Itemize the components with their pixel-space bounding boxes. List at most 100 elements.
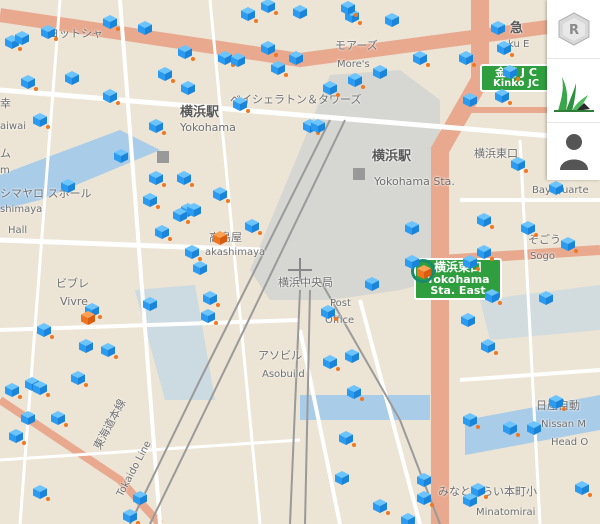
poi-marker[interactable]	[476, 244, 494, 261]
poi-marker[interactable]	[78, 338, 94, 354]
grass-layer-button[interactable]	[547, 60, 600, 123]
poi-marker[interactable]	[60, 178, 76, 194]
poi-marker[interactable]	[36, 322, 54, 339]
poi-marker[interactable]	[232, 96, 250, 113]
poi-marker[interactable]	[154, 224, 172, 241]
poi-marker[interactable]	[40, 24, 58, 41]
poi-marker[interactable]	[260, 40, 278, 57]
poi-marker[interactable]	[364, 276, 380, 292]
poi-marker-orange[interactable]	[416, 264, 432, 280]
poi-marker[interactable]	[384, 12, 400, 28]
poi-marker[interactable]	[502, 64, 520, 81]
poi-marker[interactable]	[186, 202, 202, 218]
poi-marker[interactable]	[288, 50, 304, 66]
poi-marker[interactable]	[102, 14, 120, 31]
poi-marker[interactable]	[177, 44, 195, 61]
poi-marker[interactable]	[462, 492, 478, 508]
poi-marker[interactable]	[4, 382, 22, 399]
poi-marker[interactable]	[496, 40, 514, 57]
poi-marker[interactable]	[200, 308, 218, 325]
poi-marker[interactable]	[260, 0, 278, 15]
poi-marker[interactable]	[510, 156, 528, 173]
poi-marker-orange[interactable]	[80, 310, 96, 326]
poi-marker[interactable]	[372, 498, 390, 515]
poi-marker[interactable]	[520, 220, 538, 237]
poi-marker[interactable]	[142, 296, 158, 312]
poi-marker[interactable]	[320, 304, 338, 321]
poi-marker[interactable]	[526, 420, 542, 436]
poi-marker[interactable]	[176, 170, 194, 187]
poi-marker[interactable]	[292, 4, 308, 20]
map-canvas[interactable]: 横浜駅 Yokohama 横浜駅 Yokohama Sta. 高島屋 akash…	[0, 0, 600, 524]
poi-marker[interactable]	[122, 508, 140, 524]
poi-marker[interactable]	[480, 338, 498, 355]
poi-marker[interactable]	[180, 80, 196, 96]
poi-marker[interactable]	[192, 260, 208, 276]
poi-marker[interactable]	[14, 30, 30, 46]
poi-status-dot	[516, 77, 520, 81]
poi-marker[interactable]	[202, 290, 220, 307]
poi-marker[interactable]	[400, 512, 416, 524]
poi-marker[interactable]	[548, 180, 564, 196]
poi-marker[interactable]	[502, 420, 520, 437]
poi-marker[interactable]	[148, 118, 166, 135]
poi-marker[interactable]	[322, 354, 340, 371]
poi-marker[interactable]	[32, 112, 50, 129]
poi-marker[interactable]	[574, 480, 592, 497]
poi-marker[interactable]	[416, 472, 432, 488]
poi-marker[interactable]	[538, 290, 554, 306]
poi-marker[interactable]	[334, 470, 350, 486]
poi-marker[interactable]	[404, 220, 420, 236]
poi-status-dot	[171, 79, 175, 83]
poi-marker[interactable]	[132, 490, 148, 506]
poi-marker[interactable]	[64, 70, 80, 86]
poi-marker[interactable]	[70, 370, 88, 387]
poi-marker[interactable]	[490, 20, 506, 36]
poi-marker[interactable]	[340, 0, 358, 17]
poi-marker[interactable]	[560, 236, 578, 253]
poi-marker[interactable]	[8, 428, 26, 445]
poi-marker[interactable]	[32, 484, 50, 501]
poi-marker[interactable]	[412, 50, 430, 67]
poi-marker[interactable]	[20, 410, 36, 426]
poi-marker[interactable]	[548, 394, 566, 411]
poi-status-dot	[22, 441, 26, 445]
poi-marker[interactable]	[322, 80, 340, 97]
poi-marker[interactable]	[244, 218, 262, 235]
poi-marker-orange[interactable]	[212, 230, 228, 246]
poi-marker[interactable]	[346, 384, 364, 401]
poi-marker[interactable]	[137, 20, 153, 36]
poi-marker[interactable]	[462, 92, 478, 108]
profile-button[interactable]	[547, 124, 600, 180]
poi-marker[interactable]	[32, 380, 50, 397]
poi-marker[interactable]	[347, 72, 365, 89]
poi-marker[interactable]	[462, 412, 480, 429]
poi-marker[interactable]	[50, 410, 68, 427]
poi-marker[interactable]	[240, 6, 258, 23]
poi-status-dot	[98, 315, 102, 319]
poi-marker[interactable]	[113, 148, 129, 164]
poi-marker[interactable]	[372, 64, 388, 80]
poi-marker[interactable]	[344, 348, 360, 364]
poi-marker[interactable]	[230, 52, 246, 68]
poi-marker[interactable]	[310, 118, 326, 134]
poi-marker[interactable]	[476, 212, 494, 229]
poi-marker[interactable]	[460, 312, 476, 328]
poi-marker[interactable]	[100, 342, 118, 359]
poi-marker[interactable]	[157, 66, 175, 83]
poi-marker[interactable]	[20, 74, 38, 91]
station-icon-center	[353, 168, 365, 180]
poi-marker[interactable]	[484, 288, 502, 305]
poi-marker[interactable]	[458, 50, 476, 67]
poi-marker[interactable]	[338, 430, 356, 447]
poi-marker[interactable]	[102, 88, 120, 105]
poi-marker[interactable]	[212, 186, 230, 203]
poi-marker[interactable]	[184, 244, 202, 261]
poi-filter-button[interactable]: R	[547, 0, 600, 59]
poi-marker[interactable]	[142, 192, 160, 209]
poi-marker[interactable]	[416, 490, 434, 507]
poi-marker[interactable]	[270, 60, 288, 77]
poi-marker[interactable]	[148, 170, 166, 187]
poi-marker[interactable]	[462, 254, 480, 271]
poi-marker[interactable]	[494, 88, 512, 105]
